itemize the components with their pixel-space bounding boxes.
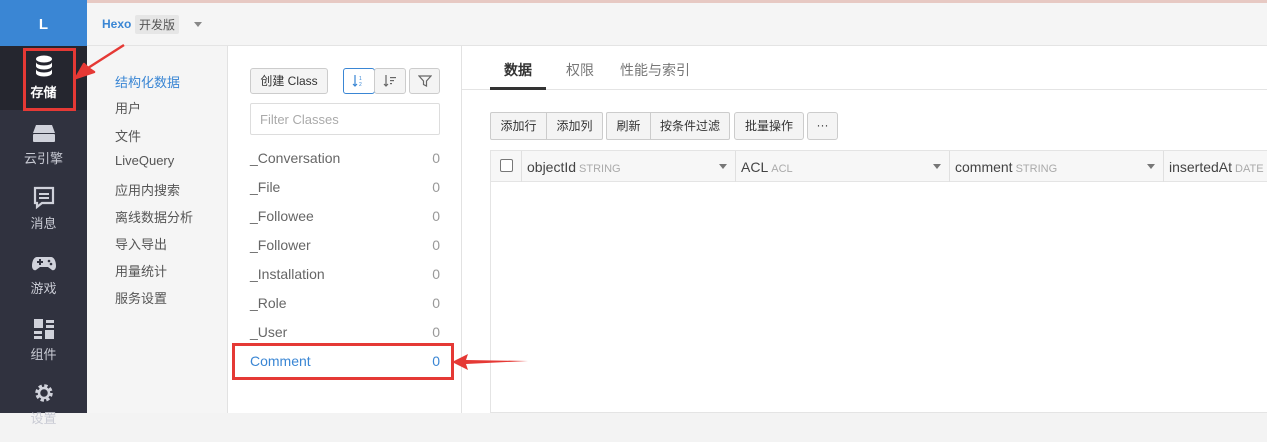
- nav-label: 云引擎: [23, 151, 63, 166]
- nav-item-message[interactable]: 消息: [0, 181, 87, 245]
- arrow-annotation-storage: [74, 43, 125, 80]
- submenu-item-livequery[interactable]: LiveQuery: [115, 153, 174, 168]
- highlight-box-storage: [23, 48, 76, 111]
- gamepad-icon: [31, 257, 56, 271]
- column-name: ACL: [741, 159, 769, 175]
- app-header: Hexo 开发版: [87, 3, 1267, 46]
- column-type: ACL: [771, 163, 793, 175]
- filter-by-condition-button[interactable]: 按条件过滤: [650, 112, 730, 140]
- nav-item-settings[interactable]: 设置: [0, 378, 87, 442]
- filter-icon: [417, 75, 432, 87]
- nav-label: 设置: [30, 411, 57, 426]
- filter-classes-input[interactable]: [250, 103, 440, 135]
- class-row[interactable]: _User 0: [250, 324, 440, 344]
- class-count: 0: [432, 237, 440, 253]
- message-icon: [33, 186, 54, 210]
- refresh-button[interactable]: 刷新: [606, 112, 651, 140]
- nav-label: 游戏: [30, 281, 57, 296]
- add-column-button[interactable]: 添加列: [546, 112, 603, 140]
- highlight-box-comment: [232, 343, 454, 380]
- class-row[interactable]: _File 0: [250, 179, 440, 199]
- class-count: 0: [432, 208, 440, 224]
- data-grid: objectId STRING ACL ACL comment STRING inse…: [490, 150, 1267, 413]
- create-class-button[interactable]: 创建 Class: [250, 68, 328, 94]
- batch-operations-button[interactable]: 批量操作: [734, 112, 804, 140]
- nav-item-cloud-engine[interactable]: 云引擎: [0, 116, 87, 180]
- server-icon: [32, 125, 55, 142]
- app-name[interactable]: Hexo: [102, 17, 131, 31]
- column-type: DATE: [1235, 163, 1264, 175]
- column-header[interactable]: objectId STRING: [522, 151, 736, 182]
- chevron-down-icon[interactable]: [933, 164, 941, 169]
- sort-list-icon: [383, 75, 396, 87]
- column-header[interactable]: ACL ACL: [736, 151, 950, 182]
- class-row[interactable]: _Role 0: [250, 295, 440, 315]
- nav-label: 组件: [30, 347, 57, 362]
- gear-icon: [34, 384, 53, 402]
- submenu-item-import-export[interactable]: 导入导出: [115, 234, 167, 253]
- class-name: _Installation: [250, 266, 325, 282]
- app-logo[interactable]: L: [0, 0, 87, 46]
- env-badge: 开发版: [135, 15, 180, 34]
- nav-item-components[interactable]: 组件: [0, 313, 87, 377]
- more-actions-button[interactable]: ···: [807, 112, 838, 140]
- select-all-column: [491, 151, 522, 182]
- add-row-button[interactable]: 添加行: [490, 112, 547, 140]
- sort-alpha-button[interactable]: 1 2: [343, 68, 375, 94]
- chevron-down-icon[interactable]: [1147, 164, 1155, 169]
- class-row[interactable]: _Followee 0: [250, 208, 440, 228]
- class-name: _Conversation: [250, 150, 341, 166]
- column-name: comment: [955, 159, 1013, 175]
- class-count: 0: [432, 150, 440, 166]
- class-name: _Followee: [250, 208, 314, 224]
- submenu-item-search[interactable]: 应用内搜索: [115, 180, 180, 199]
- select-all-checkbox[interactable]: [500, 159, 513, 172]
- submenu-item-service-settings[interactable]: 服务设置: [115, 288, 167, 307]
- column-header[interactable]: comment STRING: [950, 151, 1164, 182]
- chevron-down-icon[interactable]: [719, 164, 727, 169]
- class-name: _Role: [250, 295, 287, 311]
- sort-count-button[interactable]: [374, 68, 406, 94]
- class-name: _File: [250, 179, 281, 195]
- class-count: 0: [432, 179, 440, 195]
- nav-label: 消息: [30, 216, 57, 231]
- submenu-item-usage[interactable]: 用量统计: [115, 261, 167, 280]
- class-row[interactable]: _Follower 0: [250, 237, 440, 257]
- storage-submenu: 结构化数据 用户 文件 LiveQuery 应用内搜索 离线数据分析 导入导出 …: [87, 46, 228, 413]
- column-type: STRING: [579, 163, 621, 175]
- class-row[interactable]: _Installation 0: [250, 266, 440, 286]
- class-row[interactable]: _Conversation 0: [250, 150, 440, 170]
- class-count: 0: [432, 324, 440, 340]
- filter-button[interactable]: [409, 68, 440, 94]
- class-name: _User: [250, 324, 288, 340]
- tab-performance-index[interactable]: 性能与索引: [620, 60, 690, 80]
- class-name: _Follower: [250, 237, 311, 253]
- column-type: STRING: [1015, 163, 1058, 175]
- grid-header: objectId STRING ACL ACL comment STRING inse…: [491, 151, 1267, 182]
- submenu-item-users[interactable]: 用户: [115, 98, 141, 117]
- nav-item-game[interactable]: 游戏: [0, 248, 87, 312]
- components-icon: [33, 319, 54, 339]
- column-header[interactable]: insertedAt DATE: [1164, 151, 1267, 182]
- chevron-down-icon[interactable]: [194, 22, 202, 27]
- submenu-item-offline-analysis[interactable]: 离线数据分析: [115, 207, 193, 226]
- svg-text:2: 2: [359, 82, 362, 88]
- sort-alpha-icon: 1 2: [352, 75, 362, 88]
- class-count: 0: [432, 295, 440, 311]
- data-view: 数据 权限 性能与索引 添加行 添加列 刷新 按条件过滤 批量操作 ··· ob…: [462, 46, 1267, 413]
- column-name: objectId: [527, 159, 577, 175]
- arrow-annotation-comment: [452, 354, 528, 370]
- submenu-item-files[interactable]: 文件: [115, 126, 141, 145]
- tab-bar: 数据 权限 性能与索引: [462, 46, 1267, 90]
- column-name: insertedAt: [1169, 159, 1233, 175]
- class-count: 0: [432, 266, 440, 282]
- tab-permissions[interactable]: 权限: [566, 60, 594, 80]
- active-tab-indicator: [490, 87, 546, 90]
- tab-data[interactable]: 数据: [504, 60, 532, 80]
